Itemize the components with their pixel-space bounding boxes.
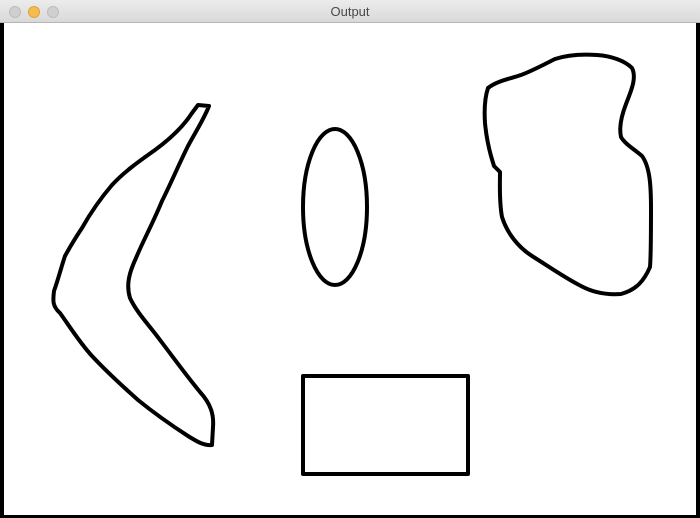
- ellipse-shape: [301, 127, 369, 287]
- output-window: Output: [0, 0, 700, 518]
- window-title: Output: [330, 4, 370, 19]
- shapes-svg: [51, 52, 653, 476]
- blob-shape: [482, 52, 653, 297]
- boomerang-shape: [51, 103, 216, 448]
- rectangle-shape: [301, 374, 470, 476]
- drawing-canvas: [4, 23, 696, 515]
- title-bar[interactable]: Output: [0, 0, 700, 23]
